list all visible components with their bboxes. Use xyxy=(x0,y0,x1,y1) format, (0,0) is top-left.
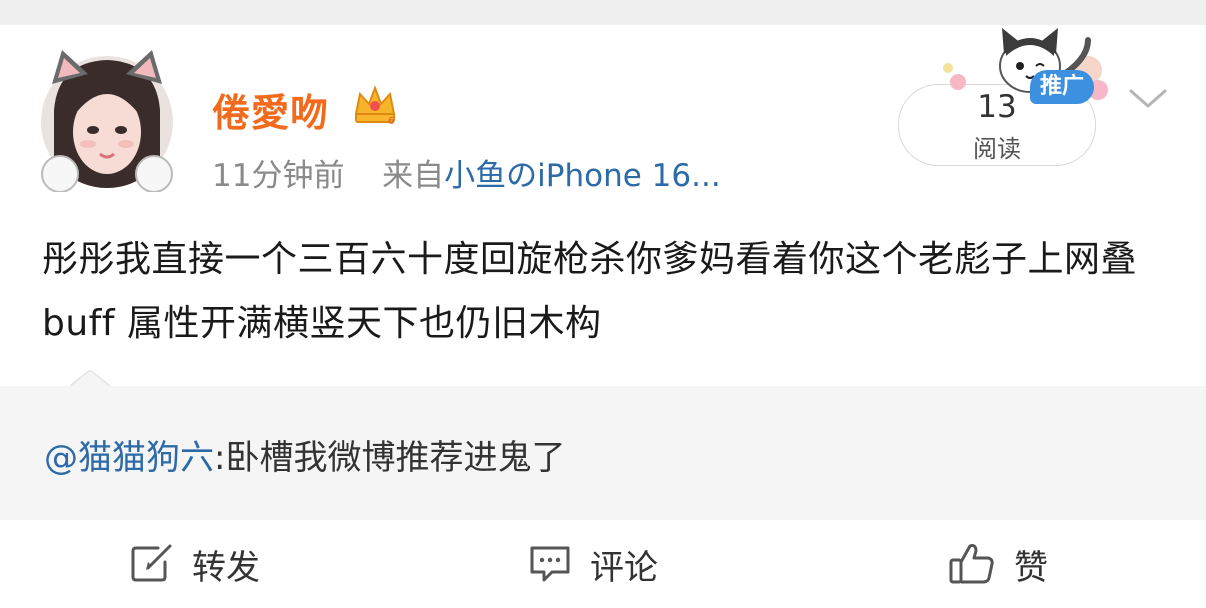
repost-icon xyxy=(131,544,172,582)
promo-tag: 推广 xyxy=(1030,70,1094,104)
post-meta: 11分钟前 来自小鱼のiPhone 16... xyxy=(212,150,721,195)
comment-button[interactable]: 评论 xyxy=(528,520,658,608)
action-bar: 转发 评论 赞 xyxy=(0,520,1206,608)
read-label: 阅读 xyxy=(973,135,1021,163)
repost-button[interactable]: 转发 xyxy=(130,520,260,608)
source-prefix: 来自 xyxy=(382,158,445,194)
like-icon xyxy=(949,544,994,584)
comment-icon xyxy=(530,546,570,582)
like-button[interactable]: 赞 xyxy=(948,520,1048,608)
chevron-down-icon[interactable] xyxy=(1128,86,1168,112)
repost-label: 转发 xyxy=(192,547,260,588)
comment-label: 评论 xyxy=(590,547,658,588)
post-source[interactable]: 小鱼のiPhone 16... xyxy=(444,158,721,194)
quote-text-line: @猫猫狗六:卧槽我微博推荐进鬼了 xyxy=(44,430,565,479)
quote-text: 卧槽我微博推荐进鬼了 xyxy=(225,438,566,478)
username[interactable]: 倦愛吻 xyxy=(212,82,329,137)
vip-crown-icon[interactable]: 6 xyxy=(352,84,398,127)
quote-sep: : xyxy=(214,438,226,478)
avatar[interactable] xyxy=(38,40,176,192)
quote-user[interactable]: @猫猫狗六 xyxy=(44,438,214,478)
svg-text:6: 6 xyxy=(388,116,394,126)
like-label: 赞 xyxy=(1014,547,1048,588)
post-time: 11分钟前 xyxy=(212,158,345,194)
post-text: 彤彤我直接一个三百六十度回旋枪杀你爹妈看着你这个老彪子上网叠buff 属性开满横… xyxy=(42,239,1138,344)
